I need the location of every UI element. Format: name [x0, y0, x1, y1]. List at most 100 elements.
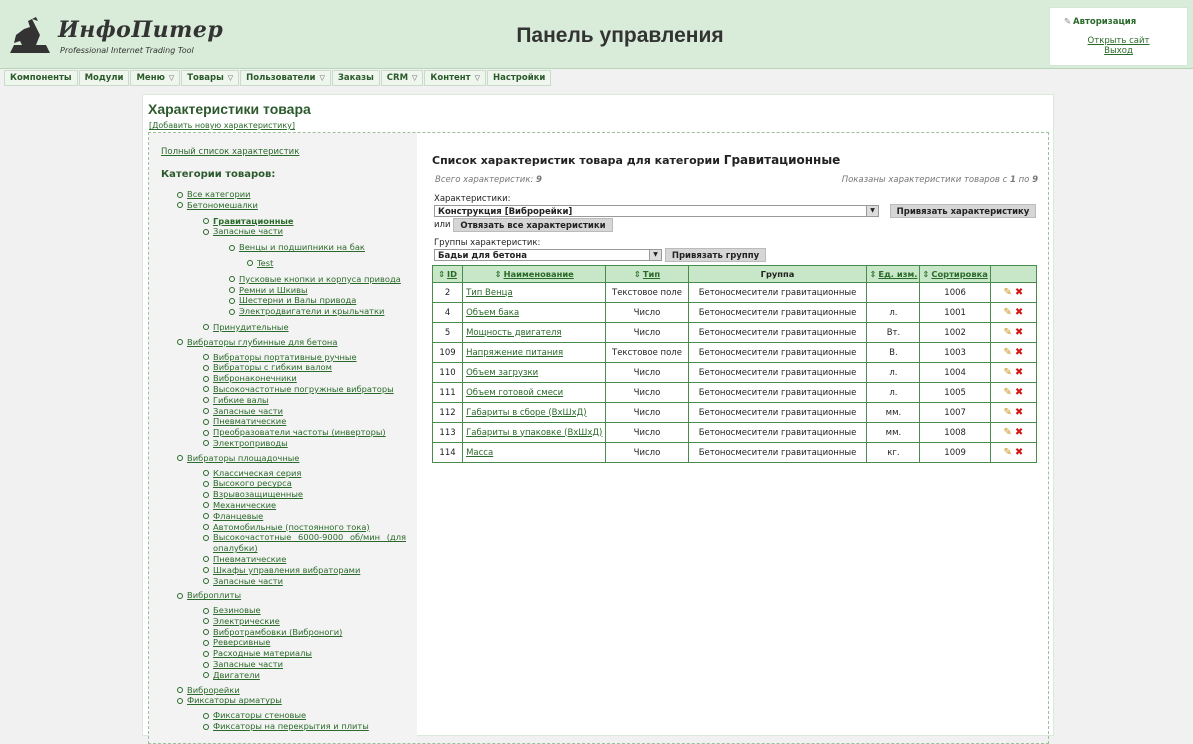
groups-select[interactable]: Бадьи для бетона ▼: [434, 249, 662, 261]
category-link[interactable]: Преобразователи частоты (инверторы): [213, 427, 386, 437]
menu-item[interactable]: Контент ▽: [424, 70, 486, 86]
menu-item[interactable]: Пользователи ▽: [240, 70, 331, 86]
category-link[interactable]: Шестерни и Валы привода: [239, 295, 356, 305]
edit-pencil-icon[interactable]: ✎: [1004, 427, 1012, 438]
cell-name-value[interactable]: Объем готовой смеси: [466, 388, 563, 398]
category-link[interactable]: Фиксаторы арматуры: [187, 695, 282, 705]
category-link[interactable]: Запасные части: [213, 659, 283, 669]
category-link[interactable]: Вибротрамбовки (Виброноги): [213, 627, 342, 637]
category-link[interactable]: Безиновые: [213, 605, 261, 615]
category-link[interactable]: Классическая серия: [213, 468, 301, 478]
dropdown-arrow-icon[interactable]: ▽: [475, 71, 480, 85]
category-link[interactable]: Все категории: [187, 189, 251, 199]
dropdown-arrow-icon[interactable]: ▽: [169, 71, 174, 85]
delete-x-icon[interactable]: ✖: [1015, 327, 1023, 338]
category-link[interactable]: Вибраторы глубинные для бетона: [187, 337, 337, 347]
edit-pencil-icon[interactable]: ✎: [1004, 447, 1012, 458]
full-list-link[interactable]: Полный список характеристик: [161, 147, 299, 157]
col-name-label[interactable]: Наименование: [504, 269, 574, 279]
category-link[interactable]: Запасные части: [213, 576, 283, 586]
menu-item[interactable]: Меню ▽: [130, 70, 181, 86]
category-link[interactable]: Взрывозащищенные: [213, 489, 303, 499]
menu-item[interactable]: Компоненты: [4, 70, 78, 86]
category-link[interactable]: Гибкие валы: [213, 395, 269, 405]
category-link[interactable]: Виброрейки: [187, 685, 240, 695]
delete-x-icon[interactable]: ✖: [1015, 347, 1023, 358]
edit-pencil-icon[interactable]: ✎: [1004, 347, 1012, 358]
logout-link[interactable]: Выход: [1104, 46, 1133, 56]
category-link[interactable]: Пусковые кнопки и корпуса привода: [239, 274, 401, 284]
category-link[interactable]: Пневматические: [213, 416, 286, 426]
delete-x-icon[interactable]: ✖: [1015, 307, 1023, 318]
edit-pencil-icon[interactable]: ✎: [1004, 287, 1012, 298]
dropdown-arrow-icon[interactable]: ▽: [228, 71, 233, 85]
cell-name-value[interactable]: Объем бака: [466, 308, 519, 318]
category-link[interactable]: Запасные части: [213, 406, 283, 416]
unbind-all-button[interactable]: Отвязать все характеристики: [453, 218, 613, 232]
menu-item[interactable]: Модули: [78, 70, 130, 86]
delete-x-icon[interactable]: ✖: [1015, 447, 1023, 458]
cell-name-value[interactable]: Объем загрузки: [466, 368, 538, 378]
col-header-unit[interactable]: ⇕ Ед. изм.: [866, 265, 921, 283]
col-type-label[interactable]: Тип: [643, 269, 660, 279]
category-link[interactable]: Вибраторы портативные ручные: [213, 352, 357, 362]
delete-x-icon[interactable]: ✖: [1015, 407, 1023, 418]
delete-x-icon[interactable]: ✖: [1015, 387, 1023, 398]
category-link[interactable]: Электроприводы: [213, 438, 288, 448]
cell-name-value[interactable]: Масса: [466, 448, 493, 458]
category-link[interactable]: Электродвигатели и крыльчатки: [239, 306, 384, 316]
category-link[interactable]: Фиксаторы на перекрытия и плиты: [213, 721, 369, 731]
cell-name-value[interactable]: Габариты в упаковке (ВхШхД): [466, 428, 602, 438]
add-characteristic-link[interactable]: [Добавить новую характеристику]: [149, 121, 295, 130]
bind-group-button[interactable]: Привязать группу: [665, 248, 766, 262]
cell-name-value[interactable]: Мощность двигателя: [466, 328, 561, 338]
category-link[interactable]: Вибраторы площадочные: [187, 453, 299, 463]
edit-pencil-icon[interactable]: ✎: [1004, 307, 1012, 318]
menu-item[interactable]: Заказы: [331, 70, 380, 86]
category-link[interactable]: Двигатели: [213, 670, 260, 680]
category-link[interactable]: Механические: [213, 500, 276, 510]
dropdown-arrow-icon[interactable]: ▽: [412, 71, 417, 85]
category-link[interactable]: Высокочастотные погружные вибраторы: [213, 384, 394, 394]
edit-pencil-icon[interactable]: ✎: [1004, 367, 1012, 378]
menu-item[interactable]: Настройки: [486, 70, 552, 86]
cell-name-value[interactable]: Габариты в сборе (ВхШхД): [466, 408, 587, 418]
col-id-label[interactable]: ID: [447, 269, 457, 279]
cell-name-value[interactable]: Напряжение питания: [466, 348, 563, 358]
category-link[interactable]: Пневматические: [213, 554, 286, 564]
category-link[interactable]: Бетономешалки: [187, 200, 258, 210]
dropdown-arrow-icon[interactable]: ▽: [319, 71, 324, 85]
col-unit-label[interactable]: Ед. изм.: [878, 269, 917, 279]
open-site-link[interactable]: Открыть сайт: [1088, 36, 1150, 46]
category-link[interactable]: Высокого ресурса: [213, 478, 292, 488]
menu-item[interactable]: CRM ▽: [380, 70, 424, 86]
category-link[interactable]: Электрические: [213, 616, 280, 626]
category-link[interactable]: Фиксаторы стеновые: [213, 710, 306, 720]
edit-pencil-icon[interactable]: ✎: [1004, 327, 1012, 338]
category-link[interactable]: Автомобильные (постоянного тока): [213, 522, 370, 532]
col-header-type[interactable]: ⇕ Тип: [605, 265, 689, 283]
category-link[interactable]: Реверсивные: [213, 637, 270, 647]
delete-x-icon[interactable]: ✖: [1015, 367, 1023, 378]
category-link[interactable]: Запасные части: [213, 226, 283, 236]
characteristics-select[interactable]: Конструкция [Виброрейки] ▼: [434, 205, 879, 217]
category-link[interactable]: Высокочастотные 6000-9000 об/мин (для оп…: [213, 532, 406, 554]
category-link[interactable]: Вибронаконечники: [213, 373, 297, 383]
logo[interactable]: ИнфоПитер Professional Internet Trading …: [6, 13, 223, 58]
cell-name-value[interactable]: Тип Венца: [466, 288, 513, 298]
category-link[interactable]: Виброплиты: [187, 590, 241, 600]
category-link[interactable]: Шкафы управления вибраторами: [213, 565, 360, 575]
col-header-sort[interactable]: ⇕ Сортировка: [919, 265, 991, 283]
category-link[interactable]: Принудительные: [213, 322, 289, 332]
delete-x-icon[interactable]: ✖: [1015, 287, 1023, 298]
category-link[interactable]: Ремни и Шкивы: [239, 285, 308, 295]
col-sort-label[interactable]: Сортировка: [931, 269, 987, 279]
edit-pencil-icon[interactable]: ✎: [1004, 407, 1012, 418]
col-header-id[interactable]: ⇕ ID: [431, 265, 464, 283]
category-link[interactable]: Гравитационные: [213, 216, 294, 226]
category-link[interactable]: Test: [257, 258, 273, 268]
bind-characteristic-button[interactable]: Привязать характеристику: [890, 204, 1036, 218]
edit-pencil-icon[interactable]: ✎: [1004, 387, 1012, 398]
col-header-name[interactable]: ⇕ Наименование: [462, 265, 607, 283]
delete-x-icon[interactable]: ✖: [1015, 427, 1023, 438]
